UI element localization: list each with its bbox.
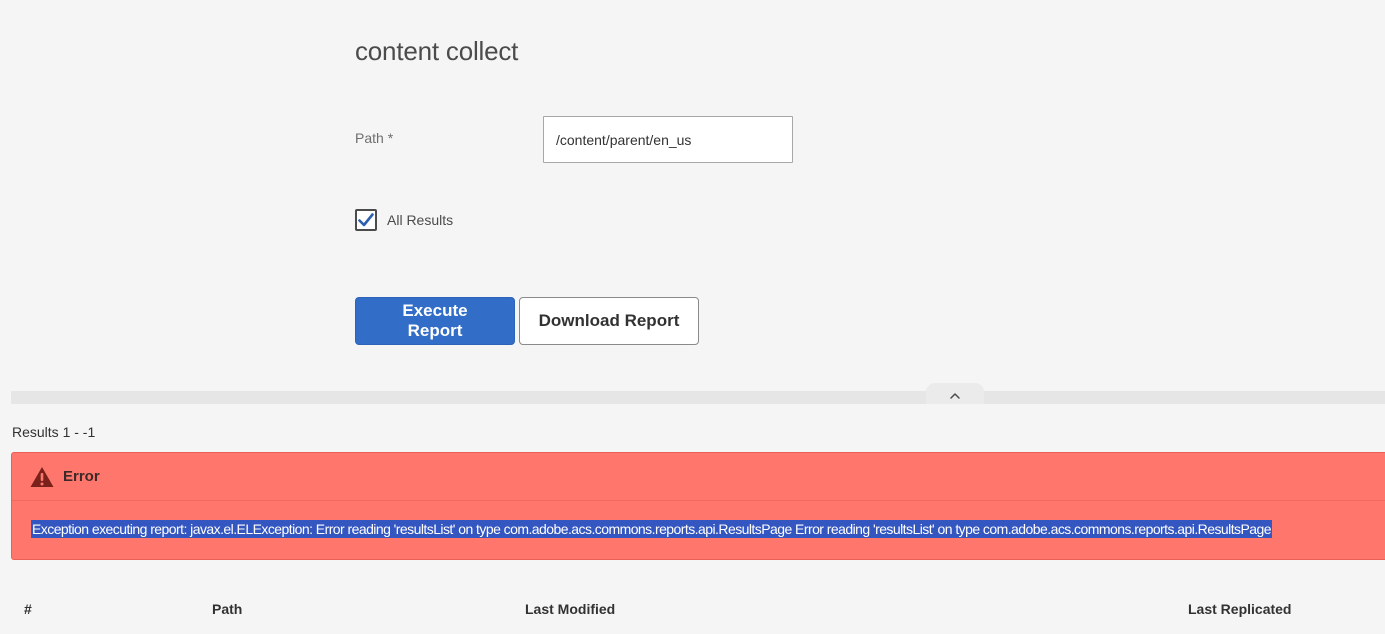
results-table-header: # Path Last Modified Last Replicated: [0, 601, 1385, 621]
error-message: Exception executing report: javax.el.ELE…: [31, 520, 1272, 538]
panel-divider[interactable]: [11, 391, 1385, 404]
all-results-option[interactable]: All Results: [355, 208, 453, 232]
column-header-path[interactable]: Path: [212, 601, 242, 617]
download-report-button[interactable]: Download Report: [519, 297, 699, 345]
column-header-last-modified[interactable]: Last Modified: [525, 601, 615, 617]
chevron-up-icon: [950, 393, 960, 399]
path-label: Path *: [355, 130, 394, 146]
all-results-checkbox[interactable]: [355, 209, 377, 231]
column-header-index[interactable]: #: [24, 601, 32, 617]
column-header-last-replicated[interactable]: Last Replicated: [1188, 601, 1291, 617]
error-title: Error: [63, 468, 100, 485]
checkmark-icon: [358, 213, 374, 227]
execute-report-button[interactable]: Execute Report: [355, 297, 515, 345]
collapse-toggle[interactable]: [926, 383, 984, 404]
results-count: Results 1 - -1: [12, 424, 96, 440]
alert-triangle-icon: [30, 466, 54, 487]
all-results-label: All Results: [387, 212, 454, 228]
error-header: Error: [12, 453, 1385, 501]
page-title: content collect: [355, 36, 519, 66]
error-alert: Error Exception executing report: javax.…: [11, 452, 1385, 560]
path-input[interactable]: [543, 116, 793, 163]
